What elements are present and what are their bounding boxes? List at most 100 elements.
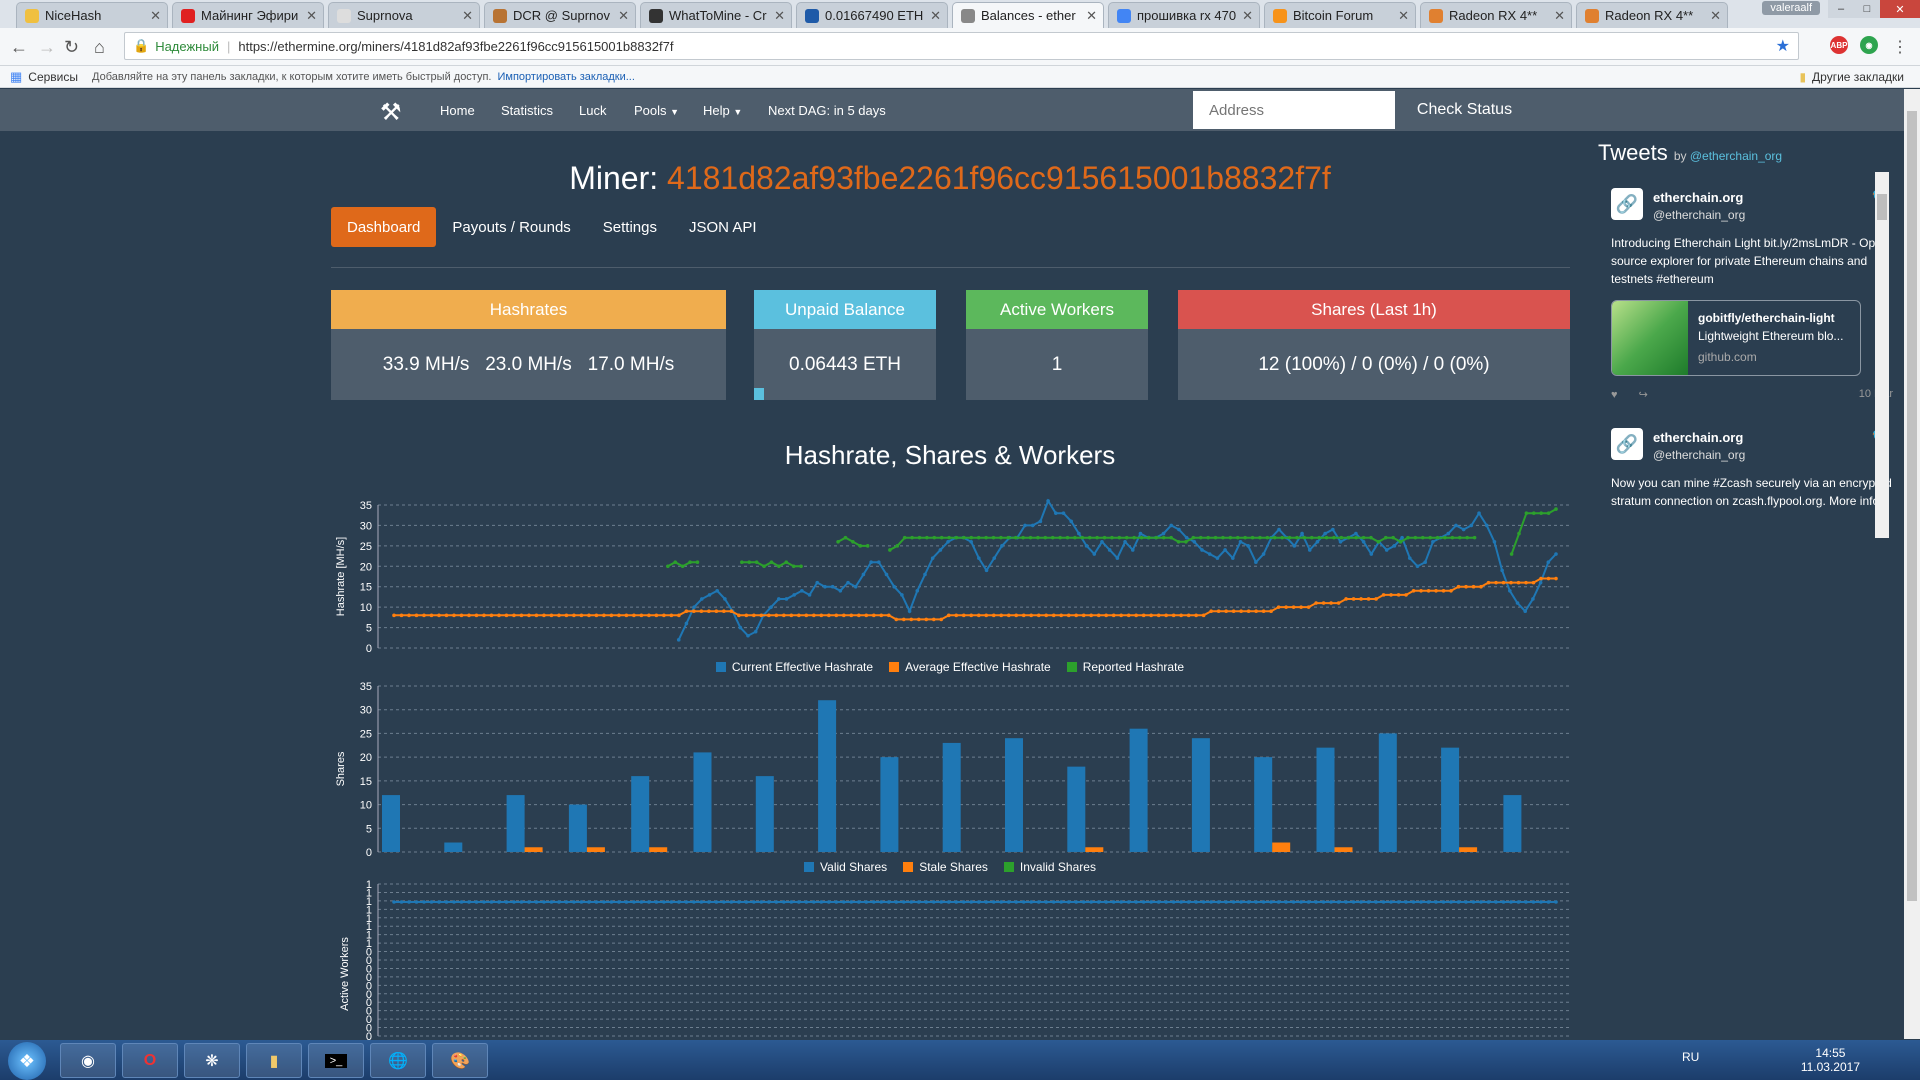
legend-valid-shares[interactable]: Valid Shares [804, 860, 887, 874]
tweet-text: Now you can mine #Zcash securely via an … [1611, 476, 1892, 508]
data-point [692, 605, 696, 609]
check-status-button[interactable]: Check Status [1395, 89, 1534, 131]
browser-tab[interactable]: Майнинг Эфири ✕ [172, 2, 324, 28]
fan-app-taskbar-icon[interactable]: ❋ [184, 1043, 240, 1078]
data-point [1030, 523, 1035, 528]
data-point [1413, 535, 1418, 540]
profile-button[interactable]: valeraalf [1762, 1, 1820, 15]
minimize-icon[interactable]: – [1828, 0, 1854, 18]
heart-icon[interactable]: ♥ [1611, 389, 1618, 401]
data-point [738, 625, 743, 630]
start-button-icon[interactable]: ❖ [8, 1042, 46, 1080]
nav-luck[interactable]: Luck [579, 103, 606, 118]
data-point [1494, 580, 1498, 585]
address-input[interactable] [1193, 91, 1395, 129]
tweet-link-card[interactable]: gobitfly/etherchain-light Lightweight Et… [1611, 300, 1861, 376]
apps-icon[interactable]: ▦ [10, 69, 22, 85]
tab-json-api[interactable]: JSON API [673, 207, 773, 247]
nav-home[interactable]: Home [440, 103, 475, 118]
maximize-icon[interactable]: □ [1854, 0, 1880, 18]
tweets-scrollbar[interactable] [1875, 172, 1889, 538]
browser-tab[interactable]: Bitcoin Forum ✕ [1264, 2, 1416, 28]
back-icon[interactable]: ← [10, 37, 28, 58]
extension-icon[interactable]: ◉ [1860, 36, 1878, 54]
nav-statistics[interactable]: Statistics [501, 103, 553, 118]
pickaxe-logo-icon[interactable]: ⚒ [380, 98, 402, 127]
language-indicator[interactable]: RU [1682, 1050, 1699, 1064]
data-point [1398, 539, 1403, 544]
browser-tab[interactable]: Radeon RX 4** ✕ [1576, 2, 1728, 28]
close-tab-icon[interactable]: ✕ [462, 8, 473, 24]
close-tab-icon[interactable]: ✕ [306, 8, 317, 24]
data-point [1411, 589, 1416, 593]
import-bookmarks-link[interactable]: Импортировать закладки... [497, 71, 634, 83]
data-point [1073, 535, 1077, 540]
clock[interactable]: 14:55 11.03.2017 [1801, 1046, 1860, 1074]
omnibox[interactable]: 🔒 Надежный | https://ethermine.org/miner… [124, 32, 1799, 60]
data-point [594, 613, 599, 618]
browser-tab[interactable]: DCR @ Suprnov ✕ [484, 2, 636, 28]
explorer-taskbar-icon[interactable]: ▮ [246, 1043, 302, 1078]
bookmark-star-icon[interactable]: ★ [1776, 36, 1790, 56]
tab-settings[interactable]: Settings [587, 207, 673, 247]
close-tab-icon[interactable]: ✕ [618, 8, 629, 24]
tab-payouts[interactable]: Payouts / Rounds [436, 207, 586, 247]
data-point [916, 900, 921, 904]
legend-stale-shares[interactable]: Stale Shares [903, 860, 988, 874]
close-tab-icon[interactable]: ✕ [1086, 8, 1097, 24]
chrome-taskbar-icon[interactable]: ◉ [60, 1043, 116, 1078]
data-point [1141, 613, 1146, 618]
link-avatar-icon[interactable]: 🔗 [1611, 428, 1643, 460]
apps-link[interactable]: Сервисы [28, 70, 78, 84]
bar-valid-shares [942, 742, 961, 852]
page-scrollbar[interactable] [1904, 89, 1920, 1039]
browser-tab[interactable]: прошивка rx 470 ✕ [1108, 2, 1260, 28]
paint-taskbar-icon[interactable]: 🎨 [432, 1043, 488, 1078]
close-tab-icon[interactable]: ✕ [1242, 8, 1253, 24]
reload-icon[interactable]: ↻ [64, 37, 79, 58]
tweets-handle-link[interactable]: @etherchain_org [1690, 149, 1782, 163]
home-icon[interactable]: ⌂ [94, 37, 105, 58]
browser-tab[interactable]: WhatToMine - Cr ✕ [640, 2, 792, 28]
data-point [1539, 511, 1543, 515]
legend-average-hashrate[interactable]: Average Effective Hashrate [889, 660, 1051, 674]
close-tab-icon[interactable]: ✕ [150, 8, 161, 24]
terminal-taskbar-icon[interactable]: >_ [308, 1043, 364, 1078]
data-point [688, 560, 692, 564]
data-point [1006, 900, 1011, 904]
browser-tab[interactable]: Balances - ether ✕ [952, 2, 1104, 28]
data-point [1124, 535, 1129, 540]
legend-current-hashrate[interactable]: Current Effective Hashrate [715, 660, 873, 674]
network-app-taskbar-icon[interactable]: 🌐 [370, 1043, 426, 1078]
legend-reported-hashrate[interactable]: Reported Hashrate [1066, 660, 1184, 674]
legend-invalid-shares[interactable]: Invalid Shares [1003, 860, 1096, 874]
link-avatar-icon[interactable]: 🔗 [1611, 188, 1643, 220]
data-point [851, 539, 855, 544]
nav-help[interactable]: Help ▼ [703, 103, 742, 118]
close-window-icon[interactable]: ✕ [1880, 0, 1920, 18]
forward-icon[interactable]: → [38, 37, 56, 58]
close-tab-icon[interactable]: ✕ [1710, 8, 1721, 24]
data-point [1359, 900, 1363, 904]
data-point [984, 568, 989, 573]
browser-tab[interactable]: 0.01667490 ETH ✕ [796, 2, 948, 28]
share-icon[interactable]: ↪ [1639, 389, 1648, 401]
data-point [1531, 580, 1536, 585]
close-tab-icon[interactable]: ✕ [930, 8, 941, 24]
adblock-icon[interactable]: ABP [1830, 36, 1848, 54]
data-point [946, 900, 951, 904]
opera-taskbar-icon[interactable]: O [122, 1043, 178, 1078]
menu-icon[interactable]: ⋮ [1892, 37, 1908, 57]
other-bookmarks[interactable]: ▮ Другие закладки [1799, 70, 1904, 84]
url-text[interactable]: https://ethermine.org/miners/4181d82af93… [238, 39, 673, 54]
tab-dashboard[interactable]: Dashboard [331, 207, 437, 247]
close-tab-icon[interactable]: ✕ [1398, 8, 1409, 24]
browser-tab[interactable]: Radeon RX 4** ✕ [1420, 2, 1572, 28]
nav-pools[interactable]: Pools ▼ [634, 103, 679, 118]
close-tab-icon[interactable]: ✕ [774, 8, 785, 24]
close-tab-icon[interactable]: ✕ [1554, 8, 1565, 24]
browser-tab[interactable]: NiceHash ✕ [16, 2, 168, 28]
data-point [1130, 548, 1135, 552]
data-point [1028, 535, 1033, 540]
browser-tab[interactable]: Suprnova ✕ [328, 2, 480, 28]
